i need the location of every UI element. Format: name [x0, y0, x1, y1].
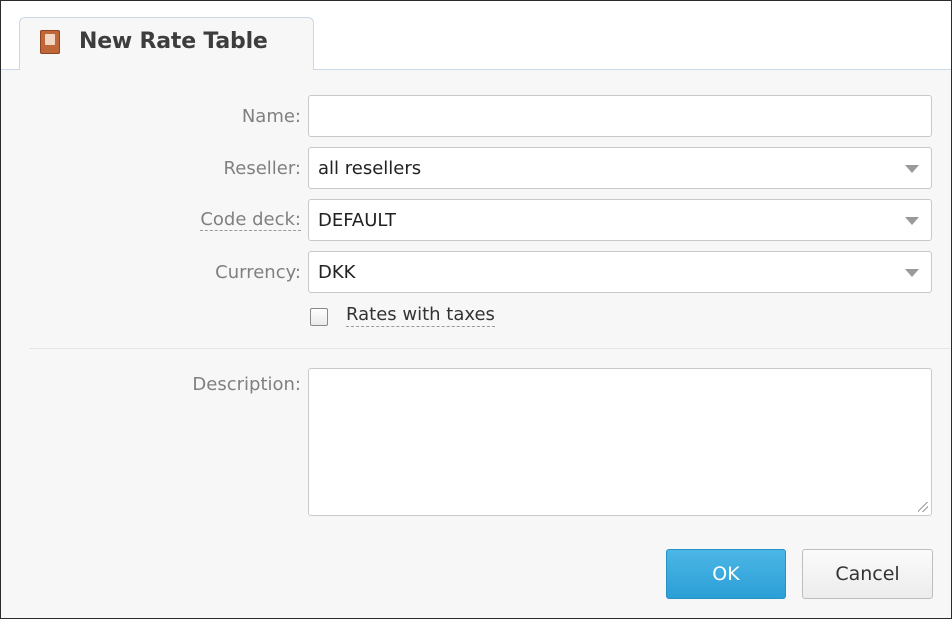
reseller-select[interactable]: all resellers — [308, 147, 932, 189]
reseller-value: all resellers — [318, 158, 422, 179]
name-label: Name: — [241, 106, 301, 127]
tab-title: New Rate Table — [79, 29, 268, 54]
resize-grip-icon[interactable] — [918, 502, 928, 512]
divider — [29, 348, 950, 349]
chevron-down-icon[interactable] — [905, 165, 919, 173]
dialog-window: New Rate Table Name: Reseller: all resel… — [0, 0, 952, 619]
book-icon — [40, 30, 60, 54]
code-deck-select[interactable]: DEFAULT — [308, 199, 932, 241]
tab-new-rate-table[interactable]: New Rate Table — [19, 17, 314, 70]
currency-label: Currency: — [215, 262, 301, 283]
tab-strip: New Rate Table — [1, 1, 951, 70]
rates-with-taxes-label[interactable]: Rates with taxes — [346, 304, 495, 327]
currency-value: DKK — [318, 262, 356, 283]
cancel-button[interactable]: Cancel — [802, 549, 933, 599]
reseller-label: Reseller: — [223, 158, 301, 179]
currency-select[interactable]: DKK — [308, 251, 932, 293]
description-label: Description: — [192, 374, 301, 395]
description-textarea[interactable] — [308, 368, 932, 516]
chevron-down-icon[interactable] — [905, 269, 919, 277]
rates-with-taxes-checkbox[interactable] — [310, 308, 328, 326]
ok-button[interactable]: OK — [666, 549, 786, 599]
chevron-down-icon[interactable] — [905, 217, 919, 225]
name-input[interactable] — [308, 95, 932, 137]
code-deck-value: DEFAULT — [318, 210, 396, 231]
code-deck-label[interactable]: Code deck: — [200, 210, 301, 231]
